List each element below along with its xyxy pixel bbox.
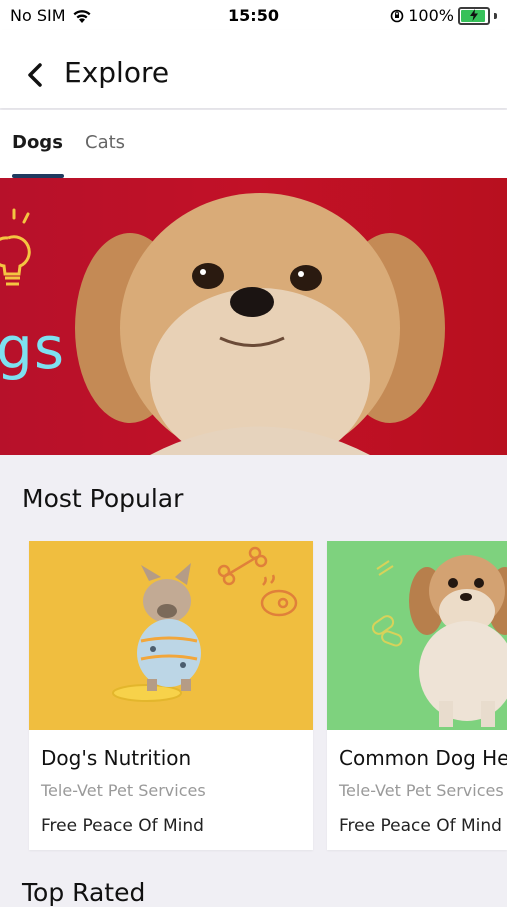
status-right: 100% [390,6,497,25]
card-provider: Tele-Vet Pet Services [41,781,206,800]
section-title-most-popular: Most Popular [22,484,184,513]
card-detail: Free Peace Of Mind [339,816,502,836]
page-title: Explore [64,56,170,89]
card-image-french-bulldog [29,541,313,730]
back-button[interactable] [22,60,50,90]
tab-dogs[interactable]: Dogs [12,132,63,153]
charging-bolt-icon [470,8,478,21]
dog-photo [75,193,445,455]
battery-icon [458,6,490,25]
card-detail: Free Peace Of Mind [41,816,204,836]
battery-percent: 100% [408,6,454,25]
hero-banner[interactable]: gs [0,178,507,455]
nav-bar: Explore [0,30,507,108]
orientation-lock-icon [390,9,404,22]
status-bar: No SIM 15:50 100% [0,0,507,30]
banner-text: gs [0,314,66,382]
card-title: Common Dog He [339,746,507,770]
battery-cap [494,12,497,19]
chevron-left-icon [28,63,42,87]
section-title-top-rated: Top Rated [22,878,146,907]
lightbulb-icon [0,208,31,286]
card-provider: Tele-Vet Pet Services [339,781,504,800]
card-title: Dog's Nutrition [41,746,192,770]
card-common-dog-health[interactable]: Common Dog He Tele-Vet Pet Services Free… [327,541,507,850]
card-dogs-nutrition[interactable]: Dog's Nutrition Tele-Vet Pet Services Fr… [29,541,313,850]
tab-bar: Dogs Cats [0,110,507,178]
tab-cats[interactable]: Cats [85,132,125,153]
card-image-shih-tzu [327,541,507,730]
